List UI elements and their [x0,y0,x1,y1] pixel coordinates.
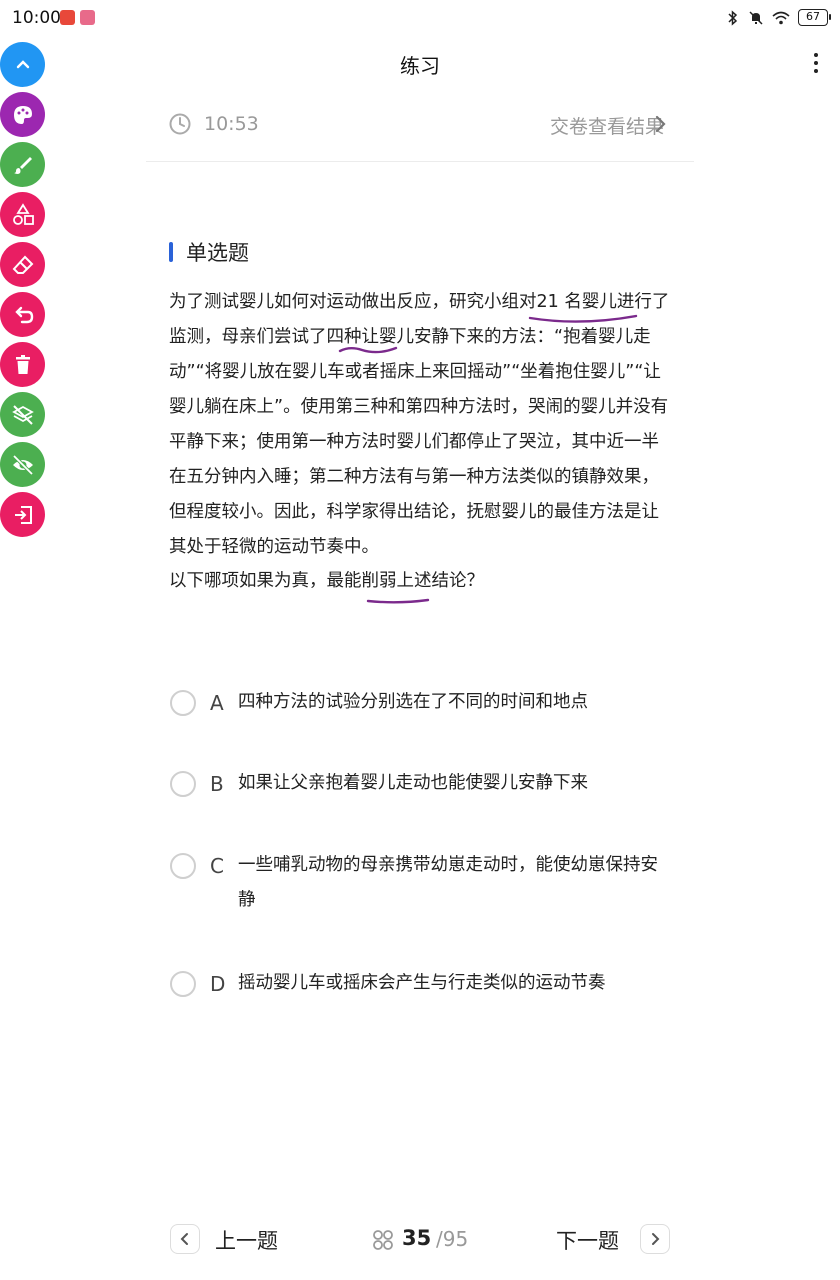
brush-button[interactable] [0,142,45,187]
question-type-label: 单选题 [186,241,249,265]
chevron-up-icon [16,59,29,68]
option-text: 一些哺乳动物的母亲携带幼崽走动时，能使幼崽保持安静 [238,855,658,910]
option-letter: B [210,772,224,796]
submit-view-results-link[interactable]: 交卷查看结果 [550,112,664,139]
wifi-icon [772,11,790,24]
clock-icon [169,113,191,135]
eraser-button[interactable] [0,242,45,287]
previous-question-label[interactable]: 上一题 [215,1225,278,1255]
mute-icon [749,10,763,25]
current-question-number[interactable]: 35 [402,1226,431,1250]
previous-question-button[interactable] [170,1224,200,1254]
radio-button[interactable] [170,853,196,879]
exit-drawing-button[interactable] [0,492,45,537]
layers-off-icon [11,404,34,425]
trash-icon [15,354,30,374]
timer-row: 10:53 交卷查看结果 [146,100,694,162]
undo-button[interactable] [0,292,45,337]
radio-button[interactable] [170,771,196,797]
hide-annotations-button[interactable] [0,442,45,487]
option-text: 如果让父亲抱着婴儿走动也能使婴儿安静下来 [238,773,588,793]
eye-off-icon [12,454,33,475]
next-question-button[interactable] [640,1224,670,1254]
brush-icon [13,156,32,174]
notes-app-icon [60,10,75,25]
option-text: 四种方法的试验分别选在了不同的时间和地点 [238,692,588,712]
eraser-icon [12,255,33,274]
page-title: 练习 [400,54,440,78]
chevron-right-icon[interactable] [654,114,668,134]
next-question-label[interactable]: 下一题 [556,1225,619,1255]
palette-button[interactable] [0,92,45,137]
battery-indicator: 67 [798,9,831,26]
hide-layers-button[interactable] [0,392,45,437]
status-icons: 67 [726,9,831,26]
option-b[interactable]: B 如果让父亲抱着婴儿走动也能使婴儿安静下来 [170,771,670,811]
grid-icon[interactable] [372,1229,394,1251]
gallery-app-icon [80,10,95,25]
timer-text: 10:53 [204,113,259,135]
chevron-left-icon [180,1233,188,1245]
option-letter: D [210,972,226,996]
question-type-marker [169,242,173,262]
question-stem: 为了测试婴儿如何对运动做出反应，研究小组对21 名婴儿进行了监测，母亲们尝试了四… [169,285,674,565]
option-c[interactable]: C 一些哺乳动物的母亲携带幼崽走动时，能使幼崽保持安静 [170,853,670,928]
handwritten-annotations [338,314,638,604]
palette-icon [13,105,32,124]
status-bar: 10:00 67 [0,0,840,36]
collapse-toolbar-button[interactable] [0,42,45,87]
option-text: 摇动婴儿车或摇床会产生与行走类似的运动节奏 [238,973,606,993]
delete-button[interactable] [0,342,45,387]
question-text: 为了测试婴儿如何对运动做出反应，研究小组对21 名婴儿进行了监测，母亲们尝试了四… [169,292,670,557]
chevron-right-icon [652,1233,660,1245]
radio-button[interactable] [170,971,196,997]
option-d[interactable]: D 摇动婴儿车或摇床会产生与行走类似的运动节奏 [170,971,670,1011]
radio-button[interactable] [170,690,196,716]
shapes-button[interactable] [0,192,45,237]
option-letter: A [210,691,224,715]
status-time: 10:00 [12,8,61,28]
exit-icon [14,505,32,524]
shapes-icon [12,202,34,225]
annotation-stroke [366,598,430,604]
more-options-icon[interactable] [806,50,826,76]
option-letter: C [210,854,224,878]
total-questions: /95 [436,1227,469,1251]
question-prompt: 以下哪项如果为真，最能削弱上述结论？ [169,571,484,591]
option-a[interactable]: A 四种方法的试验分别选在了不同的时间和地点 [170,690,670,730]
undo-icon [14,306,33,323]
bluetooth-icon [728,9,738,26]
